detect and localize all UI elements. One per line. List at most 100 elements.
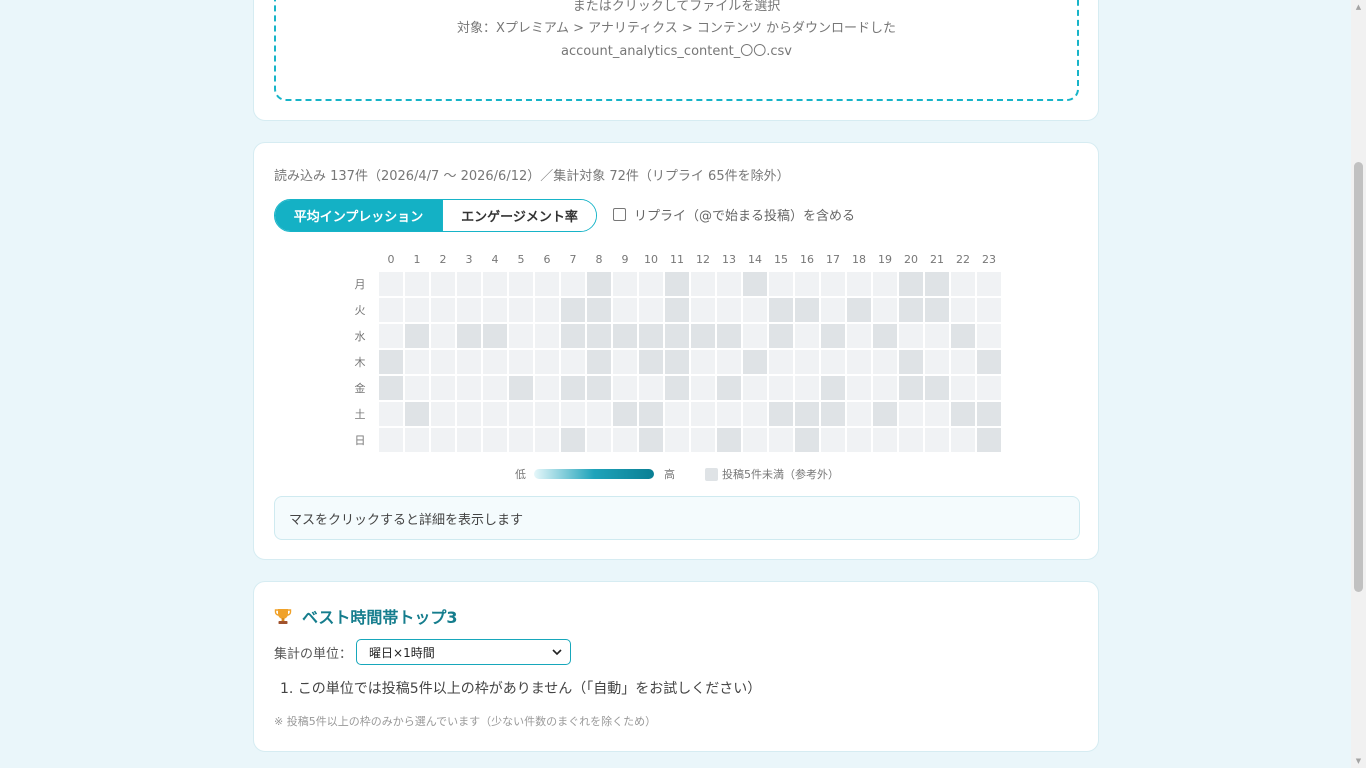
heatmap-cell[interactable] bbox=[405, 324, 429, 348]
scroll-up-icon[interactable]: ▲ bbox=[1351, 0, 1366, 14]
heatmap-cell[interactable] bbox=[379, 376, 403, 400]
scrollbar-thumb[interactable] bbox=[1354, 162, 1363, 592]
heatmap-cell[interactable] bbox=[951, 402, 975, 426]
heatmap-cell[interactable] bbox=[379, 402, 403, 426]
heatmap-cell[interactable] bbox=[769, 324, 793, 348]
heatmap-cell[interactable] bbox=[899, 376, 923, 400]
heatmap-cell[interactable] bbox=[691, 402, 715, 426]
heatmap-cell[interactable] bbox=[821, 402, 845, 426]
heatmap-cell[interactable] bbox=[977, 402, 1001, 426]
heatmap-cell[interactable] bbox=[717, 350, 741, 374]
heatmap-cell[interactable] bbox=[977, 298, 1001, 322]
heatmap-cell[interactable] bbox=[639, 272, 663, 296]
heatmap-cell[interactable] bbox=[847, 402, 871, 426]
heatmap-cell[interactable] bbox=[561, 350, 585, 374]
heatmap-cell[interactable] bbox=[925, 272, 949, 296]
heatmap-cell[interactable] bbox=[795, 350, 819, 374]
heatmap-cell[interactable] bbox=[561, 324, 585, 348]
heatmap-cell[interactable] bbox=[717, 298, 741, 322]
heatmap-cell[interactable] bbox=[457, 272, 481, 296]
heatmap-cell[interactable] bbox=[561, 376, 585, 400]
heatmap-cell[interactable] bbox=[587, 298, 611, 322]
heatmap-cell[interactable] bbox=[665, 428, 689, 452]
heatmap-cell[interactable] bbox=[535, 350, 559, 374]
heatmap-cell[interactable] bbox=[431, 376, 455, 400]
heatmap-cell[interactable] bbox=[457, 298, 481, 322]
heatmap-cell[interactable] bbox=[743, 350, 767, 374]
heatmap-cell[interactable] bbox=[899, 428, 923, 452]
heatmap-cell[interactable] bbox=[977, 350, 1001, 374]
heatmap-cell[interactable] bbox=[743, 428, 767, 452]
heatmap-cell[interactable] bbox=[535, 298, 559, 322]
heatmap-cell[interactable] bbox=[925, 428, 949, 452]
heatmap-cell[interactable] bbox=[613, 324, 637, 348]
heatmap-cell[interactable] bbox=[405, 298, 429, 322]
heatmap-cell[interactable] bbox=[873, 272, 897, 296]
heatmap-cell[interactable] bbox=[535, 324, 559, 348]
heatmap-cell[interactable] bbox=[665, 272, 689, 296]
heatmap-cell[interactable] bbox=[431, 350, 455, 374]
heatmap-cell[interactable] bbox=[873, 324, 897, 348]
heatmap-cell[interactable] bbox=[743, 376, 767, 400]
heatmap-cell[interactable] bbox=[821, 324, 845, 348]
heatmap-cell[interactable] bbox=[509, 428, 533, 452]
heatmap-cell[interactable] bbox=[951, 428, 975, 452]
heatmap-cell[interactable] bbox=[795, 376, 819, 400]
heatmap-cell[interactable] bbox=[977, 272, 1001, 296]
heatmap-cell[interactable] bbox=[587, 350, 611, 374]
heatmap-cell[interactable] bbox=[483, 350, 507, 374]
heatmap-cell[interactable] bbox=[769, 402, 793, 426]
heatmap-cell[interactable] bbox=[405, 376, 429, 400]
heatmap-cell[interactable] bbox=[535, 376, 559, 400]
heatmap-cell[interactable] bbox=[717, 272, 741, 296]
heatmap-cell[interactable] bbox=[665, 376, 689, 400]
heatmap-cell[interactable] bbox=[483, 376, 507, 400]
heatmap-cell[interactable] bbox=[691, 298, 715, 322]
heatmap-cell[interactable] bbox=[977, 428, 1001, 452]
heatmap-cell[interactable] bbox=[873, 350, 897, 374]
heatmap-cell[interactable] bbox=[769, 272, 793, 296]
heatmap-cell[interactable] bbox=[639, 324, 663, 348]
heatmap-cell[interactable] bbox=[665, 324, 689, 348]
heatmap-cell[interactable] bbox=[379, 350, 403, 374]
heatmap-cell[interactable] bbox=[587, 402, 611, 426]
heatmap-cell[interactable] bbox=[379, 324, 403, 348]
heatmap-cell[interactable] bbox=[925, 376, 949, 400]
heatmap-cell[interactable] bbox=[795, 324, 819, 348]
heatmap-cell[interactable] bbox=[665, 350, 689, 374]
heatmap-cell[interactable] bbox=[379, 298, 403, 322]
heatmap-cell[interactable] bbox=[691, 324, 715, 348]
heatmap-cell[interactable] bbox=[899, 272, 923, 296]
heatmap-cell[interactable] bbox=[925, 298, 949, 322]
heatmap-cell[interactable] bbox=[639, 428, 663, 452]
heatmap-cell[interactable] bbox=[769, 298, 793, 322]
heatmap-cell[interactable] bbox=[509, 324, 533, 348]
heatmap-cell[interactable] bbox=[873, 428, 897, 452]
heatmap-cell[interactable] bbox=[795, 298, 819, 322]
heatmap-cell[interactable] bbox=[795, 402, 819, 426]
heatmap-cell[interactable] bbox=[847, 350, 871, 374]
heatmap-cell[interactable] bbox=[821, 428, 845, 452]
heatmap-cell[interactable] bbox=[431, 402, 455, 426]
heatmap-cell[interactable] bbox=[899, 402, 923, 426]
heatmap-cell[interactable] bbox=[457, 350, 481, 374]
heatmap-cell[interactable] bbox=[509, 376, 533, 400]
heatmap-cell[interactable] bbox=[821, 298, 845, 322]
heatmap-cell[interactable] bbox=[743, 324, 767, 348]
heatmap-cell[interactable] bbox=[483, 298, 507, 322]
heatmap-cell[interactable] bbox=[457, 402, 481, 426]
heatmap-cell[interactable] bbox=[535, 428, 559, 452]
heatmap-cell[interactable] bbox=[951, 272, 975, 296]
heatmap-cell[interactable] bbox=[665, 402, 689, 426]
heatmap-cell[interactable] bbox=[509, 350, 533, 374]
heatmap-cell[interactable] bbox=[613, 402, 637, 426]
heatmap-cell[interactable] bbox=[509, 272, 533, 296]
heatmap-cell[interactable] bbox=[613, 376, 637, 400]
heatmap-cell[interactable] bbox=[847, 376, 871, 400]
heatmap-cell[interactable] bbox=[847, 272, 871, 296]
heatmap-cell[interactable] bbox=[821, 376, 845, 400]
heatmap-cell[interactable] bbox=[587, 376, 611, 400]
heatmap-cell[interactable] bbox=[561, 298, 585, 322]
heatmap-cell[interactable] bbox=[899, 324, 923, 348]
heatmap-cell[interactable] bbox=[873, 298, 897, 322]
